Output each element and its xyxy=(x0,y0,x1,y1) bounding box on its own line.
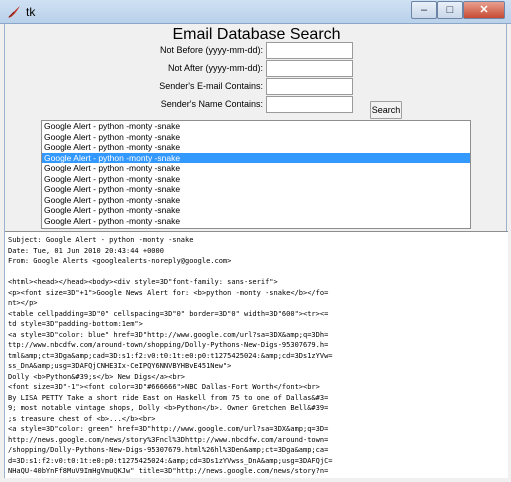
app-window: Email Database Search Not Before (yyyy-m… xyxy=(4,24,508,478)
window-title: tk xyxy=(26,5,36,19)
message-line: ss_DnA&amp;usg=3DAFQjCNHE3Ix-CeIPQY6NNVB… xyxy=(8,362,232,370)
list-item[interactable]: Google Alert - python -monty -snake xyxy=(42,205,470,216)
list-item[interactable]: Google Alert - python -monty -snake xyxy=(42,174,470,185)
message-line: From: Google Alerts <googlealerts-norepl… xyxy=(8,257,232,265)
not-after-row: Not After (yyyy-mm-dd): xyxy=(5,60,508,77)
list-item-selected[interactable]: Google Alert - python -monty -snake xyxy=(42,152,470,163)
message-line: /shopping/Dolly-Pythons-New-Digs-9530767… xyxy=(8,446,329,454)
title-bar[interactable]: tk – □ ✕ xyxy=(0,0,511,24)
message-line: NHaQU-40bYnFf8MuV9ImHgVmuQKJw" title=3D"… xyxy=(8,467,329,475)
not-before-row: Not Before (yyyy-mm-dd): xyxy=(5,42,508,59)
not-after-input[interactable] xyxy=(266,60,353,77)
list-item[interactable]: Google Alert - python -monty -snake xyxy=(42,216,470,227)
message-line: tml&amp;ct=3Dga&amp;cad=3D:s1:f2:v0:t0:1… xyxy=(8,351,333,360)
list-item[interactable]: Google Alert - python -monty -snake xyxy=(42,121,470,132)
message-line: By LISA PETTY Take a short ride East on … xyxy=(8,393,329,402)
message-body-view[interactable]: Subject: Google Alert - python -monty -s… xyxy=(5,231,508,478)
message-line xyxy=(8,267,505,278)
minimize-button[interactable]: – xyxy=(411,1,437,19)
message-line: ;s treasure chest of <b>...</b><br> xyxy=(8,414,156,423)
tk-feather-icon xyxy=(8,6,20,18)
not-before-input[interactable] xyxy=(266,42,353,59)
message-line: <font size=3D"-1"><font color=3D"#666666… xyxy=(8,383,320,391)
message-line: nt></p> xyxy=(8,299,38,307)
message-line: cl=3Dhttp://www.nbcdfw.com/around-town/s… xyxy=(8,477,505,479)
sender-name-row: Sender's Name Contains: xyxy=(5,96,508,113)
maximize-button[interactable]: □ xyxy=(437,1,463,19)
message-line: http://news.google.com/news/story%3Fncl%… xyxy=(8,435,329,444)
message-line: Date: Tue, 01 Jun 2010 20:43:44 +0000 xyxy=(8,246,164,255)
search-button[interactable]: Search xyxy=(370,101,402,119)
message-line: 9; most notable vintage shops, Dolly <b>… xyxy=(8,404,329,412)
message-line: <table cellpadding=3D"0" cellspacing=3D"… xyxy=(8,309,329,318)
message-line: <a style=3D"color: blue" href=3D"http://… xyxy=(8,330,329,339)
message-line: Dolly <b>Python&#39;s</b> New Digs</a><b… xyxy=(8,372,186,381)
list-item[interactable]: Google Alert - python -monty -snake xyxy=(42,163,470,174)
sender-name-input[interactable] xyxy=(266,96,353,113)
message-line: d=3D:s1:f2:v0:t0:1t:e0:p0:t1275425024:&a… xyxy=(8,456,333,465)
message-line: Subject: Google Alert - python -monty -s… xyxy=(8,236,194,244)
window-controls: – □ ✕ xyxy=(411,1,505,19)
sender-email-label: Sender's E-mail Contains: xyxy=(159,81,263,91)
not-after-label: Not After (yyyy-mm-dd): xyxy=(167,63,263,73)
message-line: td style=3D"padding-bottom:1em"> xyxy=(8,320,143,328)
results-list[interactable]: Google Alert - python -monty -snake Googl… xyxy=(41,120,471,229)
sender-email-row: Sender's E-mail Contains: xyxy=(5,78,508,95)
message-line: <p><font size=3D"+1">Google News Alert f… xyxy=(8,288,329,297)
not-before-label: Not Before (yyyy-mm-dd): xyxy=(159,45,263,55)
message-line: <html><head></head><body><div style=3D"f… xyxy=(8,278,278,286)
close-button[interactable]: ✕ xyxy=(463,1,505,19)
sender-name-label: Sender's Name Contains: xyxy=(160,99,263,109)
list-item[interactable]: Google Alert - python -monty -snake xyxy=(42,132,470,143)
list-item[interactable]: Google Alert - python -monty -snake xyxy=(42,195,470,206)
message-line: <a style=3D"color: green" href=3D"http:/… xyxy=(8,425,329,433)
message-line: ttp://www.nbcdfw.com/around-town/shoppin… xyxy=(8,341,329,349)
sender-email-input[interactable] xyxy=(266,78,353,95)
list-item[interactable]: Google Alert - python -monty -snake xyxy=(42,184,470,195)
list-item[interactable]: Google Alert - python -monty -snake xyxy=(42,142,470,153)
